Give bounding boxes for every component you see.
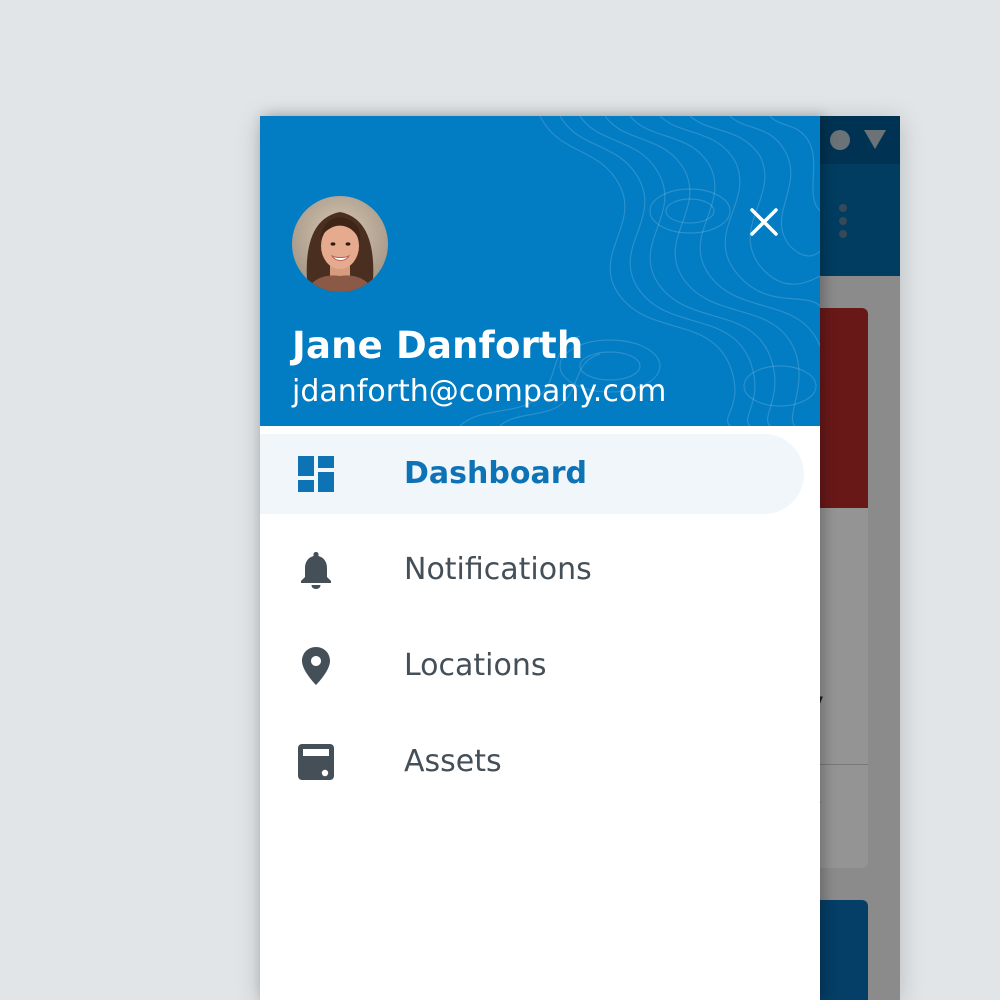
drawer-header: Jane Danforth jdanforth@company.com <box>260 116 820 426</box>
nav-item-dashboard[interactable]: Dashboard <box>260 434 804 514</box>
user-email: jdanforth@company.com <box>292 374 667 409</box>
drawer-nav: Dashboard Notifications Locations Assets <box>260 434 820 818</box>
bell-icon <box>301 552 331 589</box>
nav-label-notifications: Notifications <box>404 552 592 587</box>
user-name: Jane Danforth <box>292 324 584 367</box>
nav-item-assets[interactable]: Assets <box>260 722 820 802</box>
nav-label-assets: Assets <box>404 744 502 779</box>
nav-item-locations[interactable]: Locations <box>260 626 820 706</box>
assets-icon <box>298 744 334 780</box>
avatar[interactable] <box>292 196 388 292</box>
dashboard-icon <box>298 456 334 492</box>
nav-item-notifications[interactable]: Notifications <box>260 530 820 610</box>
navigation-drawer: Jane Danforth jdanforth@company.com Dash… <box>260 116 820 1000</box>
nav-label-locations: Locations <box>404 648 547 683</box>
close-icon[interactable] <box>744 202 784 242</box>
nav-label-dashboard: Dashboard <box>404 456 587 491</box>
location-pin-icon <box>302 647 330 685</box>
